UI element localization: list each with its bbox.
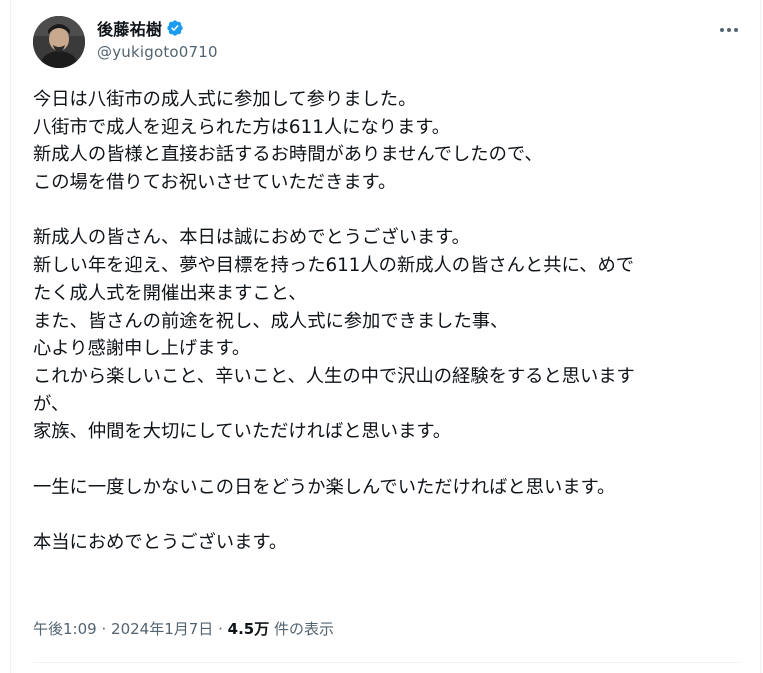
- verified-badge-icon[interactable]: [166, 19, 184, 37]
- tweet-text-line: 新成人の皆さん、本日は誠におめでとうございます。: [33, 227, 470, 249]
- display-name[interactable]: 後藤祐樹: [97, 16, 162, 40]
- tweet-metadata: 午後1:09 · 2024年1月7日 · 4.5万 件の表示: [33, 618, 334, 639]
- name-row: 後藤祐樹: [97, 17, 218, 39]
- tweet-text-line: また、皆さんの前途を祝し、成人式に参加できました事、: [33, 310, 509, 332]
- tweet-text-line: 八街市で成人を迎えられた方は611人になります。: [33, 116, 450, 138]
- user-handle[interactable]: @yukigoto0710: [97, 43, 218, 61]
- tweet-card: 後藤祐樹 @yukigoto0710 今日は八街市の成人式に参加して参りました。…: [10, 0, 761, 673]
- tweet-text-line: 本当におめでとうございます。: [33, 532, 288, 553]
- meta-separator: ·: [218, 620, 223, 638]
- more-options-icon: [720, 28, 738, 32]
- avatar[interactable]: [33, 16, 85, 68]
- tweet-text: 今日は八街市の成人式に参加して参りました。八街市で成人を迎えられた方は611人に…: [33, 86, 743, 557]
- meta-separator: ·: [101, 620, 107, 638]
- author-block: 後藤祐樹 @yukigoto0710: [97, 17, 218, 61]
- tweet-text-line: が、: [33, 393, 70, 415]
- tweet-time[interactable]: 午後1:09: [33, 620, 97, 638]
- tweet-text-line: 一生に一度しかないこの日をどうか楽しんでいただければと思います。: [33, 476, 616, 498]
- views-label[interactable]: 件の表示: [274, 620, 334, 638]
- divider: [33, 662, 740, 663]
- tweet-text-line: 新成人の皆様と直接お話するお時間がありませんでしたので、: [33, 144, 543, 166]
- tweet-text-line: 新しい年を迎え、夢や目標を持った611人の新成人の皆さんと共に、めで: [33, 255, 635, 277]
- tweet-date[interactable]: 2024年1月7日: [111, 620, 213, 638]
- views-count[interactable]: 4.5万: [228, 620, 270, 638]
- avatar-photo: [33, 16, 85, 68]
- tweet-text-line: これから楽しいこと、辛いこと、人生の中で沢山の経験をすると思います: [33, 365, 635, 387]
- tweet-text-line: この場を借りてお祝いさせていただきます。: [33, 172, 397, 194]
- tweet-text-line: たく成人式を開催出来ますこと、: [33, 282, 307, 304]
- tweet-text-line: 今日は八街市の成人式に参加して参りました。: [33, 89, 417, 110]
- tweet-text-line: 家族、仲間を大切にしていただければと思います。: [33, 421, 452, 443]
- tweet-text-line: 心より感謝申し上げます。: [33, 338, 251, 360]
- more-options-button[interactable]: [718, 20, 740, 40]
